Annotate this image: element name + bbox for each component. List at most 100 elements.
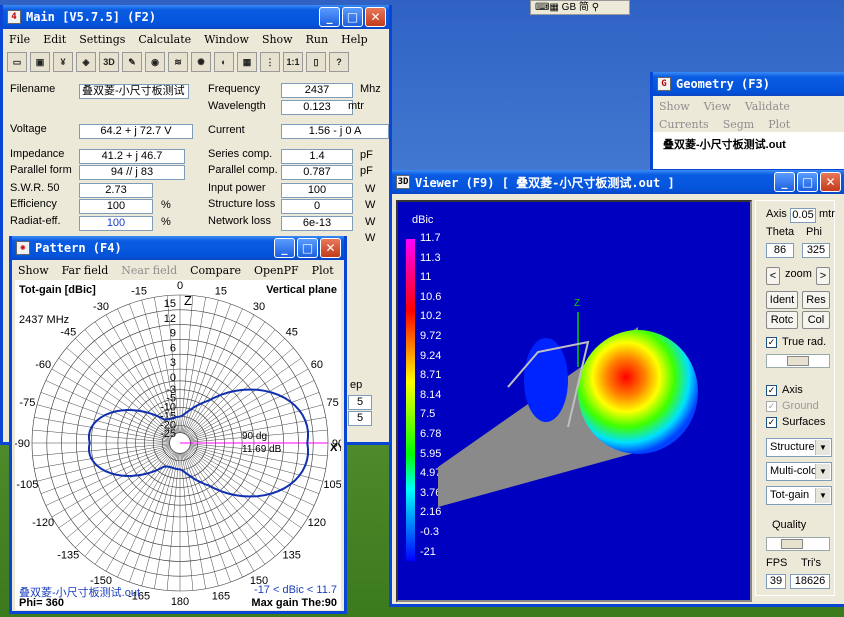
- menu-help[interactable]: Help: [341, 33, 368, 46]
- frequency-field[interactable]: 2437: [281, 83, 353, 98]
- close-button[interactable]: ✕: [820, 172, 841, 192]
- menu-calculate[interactable]: Calculate: [138, 33, 191, 46]
- ident-button[interactable]: Ident: [766, 291, 798, 309]
- series-unit: pF: [360, 149, 373, 161]
- zoom-in-button[interactable]: >: [816, 267, 830, 285]
- angle-tick-label: 165: [212, 591, 230, 603]
- maximize-button[interactable]: □: [342, 7, 363, 27]
- grid-spoke: [184, 451, 255, 572]
- menu-show[interactable]: Show: [18, 264, 49, 277]
- info-icon[interactable]: ◉: [145, 52, 165, 72]
- frequency-label: Frequency: [208, 83, 260, 95]
- minimize-button[interactable]: _: [319, 7, 340, 27]
- menu-segm[interactable]: Segm: [723, 118, 755, 131]
- 3d-icon[interactable]: 3D: [99, 52, 119, 72]
- menu-file[interactable]: File: [9, 33, 30, 46]
- menu-edit[interactable]: Edit: [43, 33, 66, 46]
- menu-plot[interactable]: Plot: [312, 264, 334, 277]
- col-button[interactable]: Col: [802, 311, 830, 329]
- extra-unit: W: [365, 232, 376, 244]
- series-comp-label: Series comp.: [208, 148, 273, 160]
- menu-run[interactable]: Run: [306, 33, 328, 46]
- ring-tick-label: 3: [170, 357, 176, 369]
- grid-spoke: [184, 314, 255, 435]
- menu-near-field[interactable]: Near field: [121, 264, 177, 277]
- keyboard-icon[interactable]: ⌨▦: [535, 2, 559, 13]
- plane-label: Vertical plane: [266, 284, 337, 296]
- book-icon[interactable]: ▯: [306, 52, 326, 72]
- phi-field[interactable]: 325: [802, 243, 830, 258]
- pattern-icon[interactable]: ✺: [191, 52, 211, 72]
- angle-tick-label: 45: [286, 326, 298, 338]
- marker-angle: 90 dg: [242, 431, 267, 442]
- menu-window[interactable]: Window: [204, 33, 249, 46]
- main-titlebar[interactable]: 4 Main [V5.7.5] (F2) _ □ ✕: [3, 5, 389, 29]
- zoom-out-button[interactable]: <: [766, 267, 780, 285]
- menu-validate[interactable]: Validate: [745, 100, 790, 113]
- wave-icon[interactable]: ≋: [168, 52, 188, 72]
- menu-view[interactable]: View: [704, 100, 731, 113]
- geometry-titlebar[interactable]: G Geometry (F3): [653, 72, 844, 96]
- quality-label: Quality: [772, 519, 807, 531]
- menu-openpf[interactable]: OpenPF: [254, 264, 299, 277]
- minimize-button[interactable]: _: [274, 238, 295, 258]
- edit-icon[interactable]: ✎: [122, 52, 142, 72]
- ground-checkbox[interactable]: ✓ Ground: [766, 400, 819, 412]
- search-icon[interactable]: ⚲: [592, 2, 599, 13]
- viewer-canvas[interactable]: dBic 11.7 11.3 11 10.6 10.2 9.72 9.24 8.71 8.14 7…: [396, 200, 752, 602]
- axis-field[interactable]: 0.05: [790, 208, 816, 223]
- structure-select[interactable]: Structure: [766, 438, 832, 457]
- pattern-title: Pattern (F4): [35, 241, 122, 255]
- rotc-button[interactable]: Rotc: [766, 311, 798, 329]
- value-field-a[interactable]: 5: [348, 395, 372, 410]
- gain-select[interactable]: Tot-gain: [766, 486, 832, 505]
- axis-checkbox[interactable]: ✓ Axis: [766, 384, 803, 396]
- box-icon[interactable]: ◈: [76, 52, 96, 72]
- open-icon[interactable]: ▭: [7, 52, 27, 72]
- pattern-titlebar[interactable]: ✺ Pattern (F4) _ □ ✕: [12, 236, 344, 260]
- frequency-label: 2437 MHz: [19, 314, 70, 326]
- res-button[interactable]: Res: [802, 291, 830, 309]
- gain-range-label: -17 < dBic < 11.7: [254, 584, 337, 596]
- ring-tick-label: -25: [160, 428, 176, 440]
- color-select[interactable]: Multi-colo: [766, 462, 832, 481]
- menu-show[interactable]: Show: [262, 33, 293, 46]
- antenna-icon[interactable]: ¥: [53, 52, 73, 72]
- menu-currents[interactable]: Currents: [659, 118, 709, 131]
- ground-checkbox-label: Ground: [782, 400, 819, 412]
- viewer-titlebar[interactable]: 3D Viewer (F9) [ 叠双菱-小尺寸板测试.out ] _ □ ✕: [392, 170, 844, 194]
- maximize-button[interactable]: □: [797, 172, 818, 192]
- ring-tick-label: 15: [164, 298, 176, 310]
- filename-field[interactable]: 叠双菱-小尺寸板测试: [79, 84, 189, 99]
- map-icon[interactable]: ◐: [214, 52, 234, 72]
- angle-tick-label: 120: [308, 517, 326, 529]
- viewer-controls: Axis 0.05 mtr Theta Phi 86 325 < zoom > …: [755, 200, 835, 596]
- true-rad-slider[interactable]: [766, 354, 830, 368]
- close-button[interactable]: ✕: [365, 7, 386, 27]
- input-power-label: Input power: [208, 182, 266, 194]
- polar-plot-area[interactable]: 0153045607590105120135150165180-165-150-…: [14, 280, 344, 610]
- scale-icon[interactable]: 1:1: [283, 52, 303, 72]
- maximize-button[interactable]: □: [297, 238, 318, 258]
- true-rad-checkbox[interactable]: ✓ True rad.: [766, 336, 826, 348]
- ime-text[interactable]: GB 简: [562, 2, 589, 13]
- menu-far-field[interactable]: Far field: [62, 264, 109, 277]
- help-icon[interactable]: ?: [329, 52, 349, 72]
- value-field-b[interactable]: 5: [348, 411, 372, 426]
- input-power-unit: W: [365, 183, 376, 195]
- minimize-button[interactable]: _: [774, 172, 795, 192]
- theta-field[interactable]: 86: [766, 243, 794, 258]
- surfaces-checkbox[interactable]: ✓ Surfaces: [766, 416, 825, 428]
- angle-tick-label: -75: [19, 397, 35, 409]
- menu-plot[interactable]: Plot: [768, 118, 790, 131]
- menu-show[interactable]: Show: [659, 100, 690, 113]
- close-button[interactable]: ✕: [320, 238, 341, 258]
- swr-field: 2.73: [79, 183, 153, 198]
- menu-settings[interactable]: Settings: [79, 33, 125, 46]
- menu-compare[interactable]: Compare: [190, 264, 241, 277]
- save-icon[interactable]: ▣: [30, 52, 50, 72]
- angle-tick-label: -30: [93, 301, 109, 313]
- quality-slider[interactable]: [766, 537, 830, 551]
- calc-icon[interactable]: ▦: [237, 52, 257, 72]
- grid-icon[interactable]: ⋮: [260, 52, 280, 72]
